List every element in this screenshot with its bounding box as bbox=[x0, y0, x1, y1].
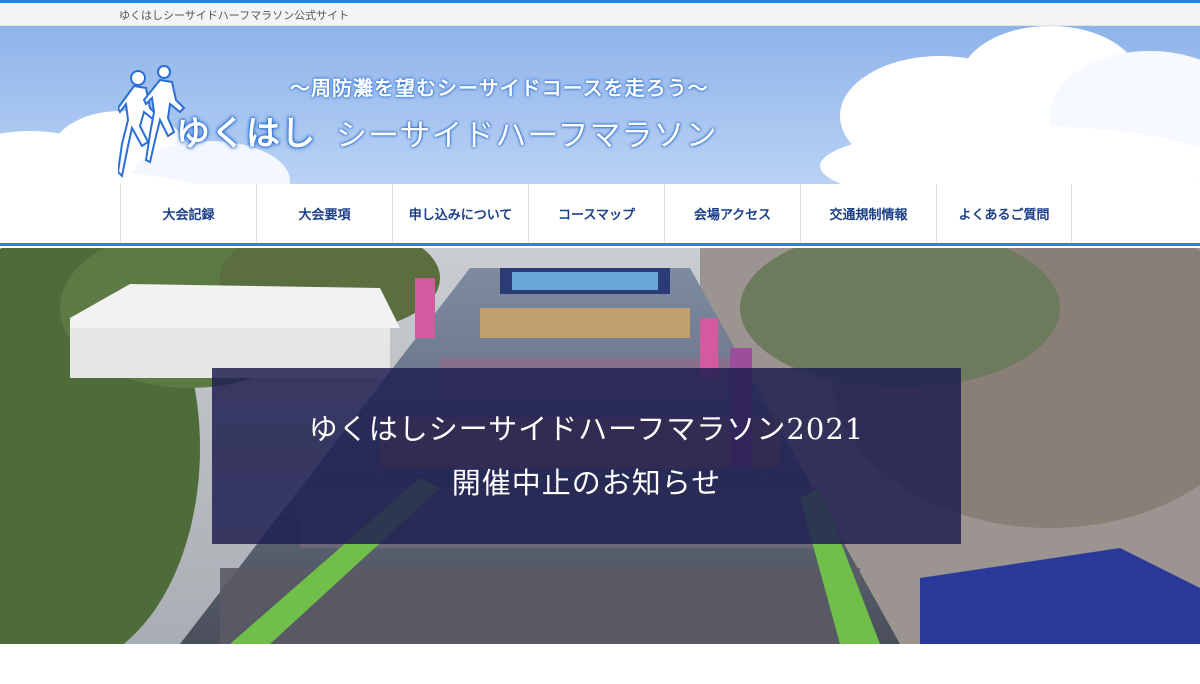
notice-subtitle: 開催中止のお知らせ bbox=[451, 466, 722, 500]
logo-title-sub: シーサイドハーフマラソン bbox=[336, 118, 718, 154]
notice-title: ゆくはしシーサイドハーフマラソン2021 bbox=[308, 412, 865, 446]
nav-item-records[interactable]: 大会記録 bbox=[120, 184, 256, 243]
header-tagline: 〜周防灘を望むシーサイドコースを走ろう〜 bbox=[290, 76, 709, 100]
site-label: ゆくはしシーサイドハーフマラソン公式サイト bbox=[119, 9, 350, 22]
site-header-banner: 〜周防灘を望むシーサイドコースを走ろう〜 ゆくはし シーサイドハーフマラソン bbox=[0, 26, 1200, 184]
nav-item-traffic-info[interactable]: 交通規制情報 bbox=[800, 184, 936, 243]
nav-item-faq[interactable]: よくあるご質問 bbox=[936, 184, 1072, 243]
nav-item-guidelines[interactable]: 大会要項 bbox=[256, 184, 392, 243]
cloud-right-decoration bbox=[820, 26, 1200, 184]
nav-item-course-map[interactable]: コースマップ bbox=[528, 184, 664, 243]
nav-list: 大会記録 大会要項 申し込みについて コースマップ 会場アクセス 交通規制情報 … bbox=[120, 184, 1072, 243]
nav-item-application[interactable]: 申し込みについて bbox=[392, 184, 528, 243]
global-navigation: 大会記録 大会要項 申し込みについて コースマップ 会場アクセス 交通規制情報 … bbox=[0, 184, 1200, 246]
hero-banner: ゆくはしシーサイドハーフマラソン2021 開催中止のお知らせ bbox=[0, 248, 1200, 644]
top-info-bar: ゆくはしシーサイドハーフマラソン公式サイト bbox=[0, 3, 1200, 26]
logo-title-main: ゆくはし bbox=[176, 114, 316, 154]
page-bottom-area bbox=[0, 644, 1200, 684]
nav-item-venue-access[interactable]: 会場アクセス bbox=[664, 184, 800, 243]
cancellation-notice-banner[interactable]: ゆくはしシーサイドハーフマラソン2021 開催中止のお知らせ bbox=[212, 368, 961, 544]
